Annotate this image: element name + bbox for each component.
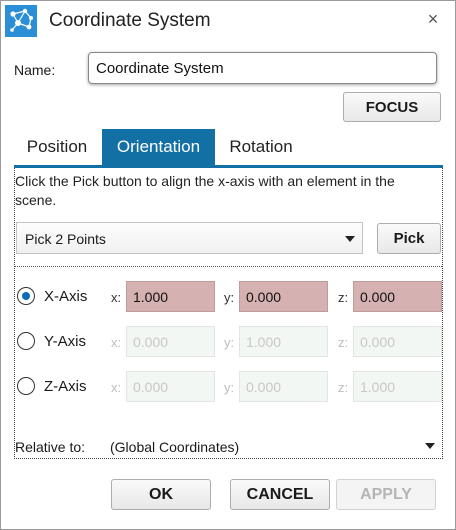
y-axis-y-field [239,326,328,357]
x-axis-row: X-Axis x: y: z: [15,281,442,315]
apply-button[interactable]: APPLY [336,479,436,510]
x-axis-y-field[interactable] [239,281,328,312]
x-coord-label: x: [111,335,122,350]
orientation-panel: Click the Pick button to align the x-axi… [14,168,443,459]
y-axis-label[interactable]: Y-Axis [44,333,86,350]
cancel-button[interactable]: CANCEL [230,479,330,510]
relative-to-label: Relative to: [15,439,86,455]
name-label: Name: [14,62,56,78]
y-axis-z-field [353,326,442,357]
name-input[interactable] [88,52,437,84]
relative-to-dropdown[interactable]: (Global Coordinates) [104,432,439,462]
pick-button[interactable]: Pick [377,223,441,254]
z-axis-label[interactable]: Z-Axis [44,378,87,395]
x-coord-label: x: [111,290,122,305]
y-axis-radio[interactable] [17,332,35,350]
y-axis-x-field [126,326,215,357]
z-coord-label: z: [338,290,349,305]
z-coord-label: z: [338,380,349,395]
focus-button[interactable]: FOCUS [343,92,441,122]
network-nodes-icon [5,5,37,37]
instruction-text: Click the Pick button to align the x-axi… [15,173,395,208]
tab-orientation[interactable]: Orientation [102,129,215,165]
z-axis-row: Z-Axis x: y: z: [15,371,442,405]
dialog-title: Coordinate System [49,10,211,31]
z-axis-x-field [126,371,215,402]
x-coord-label: x: [111,380,122,395]
z-coord-label: z: [338,335,349,350]
z-axis-y-field [239,371,328,402]
z-axis-radio[interactable] [17,377,35,395]
x-axis-z-field[interactable] [353,281,442,312]
tab-position[interactable]: Position [14,129,100,165]
x-axis-radio[interactable] [17,287,35,305]
pick-mode-value: Pick 2 Points [25,231,106,247]
chevron-down-icon [345,236,355,242]
relative-to-value: (Global Coordinates) [110,439,240,455]
y-coord-label: y: [224,290,235,305]
z-axis-z-field [353,371,442,402]
tab-rotation[interactable]: Rotation [215,129,307,165]
y-axis-row: Y-Axis x: y: z: [15,326,442,360]
x-axis-label[interactable]: X-Axis [44,288,87,305]
pick-mode-dropdown[interactable]: Pick 2 Points [16,222,363,254]
coordinate-system-dialog: Coordinate System × Name: FOCUS Position… [0,0,456,530]
ok-button[interactable]: OK [111,479,211,510]
y-coord-label: y: [224,335,235,350]
chevron-down-icon [425,443,435,449]
divider [15,266,442,267]
title-bar: Coordinate System × [1,1,455,41]
close-icon[interactable]: × [421,7,445,31]
x-axis-x-field[interactable] [126,281,215,312]
tab-bar: Position Orientation Rotation [14,129,443,165]
y-coord-label: y: [224,380,235,395]
